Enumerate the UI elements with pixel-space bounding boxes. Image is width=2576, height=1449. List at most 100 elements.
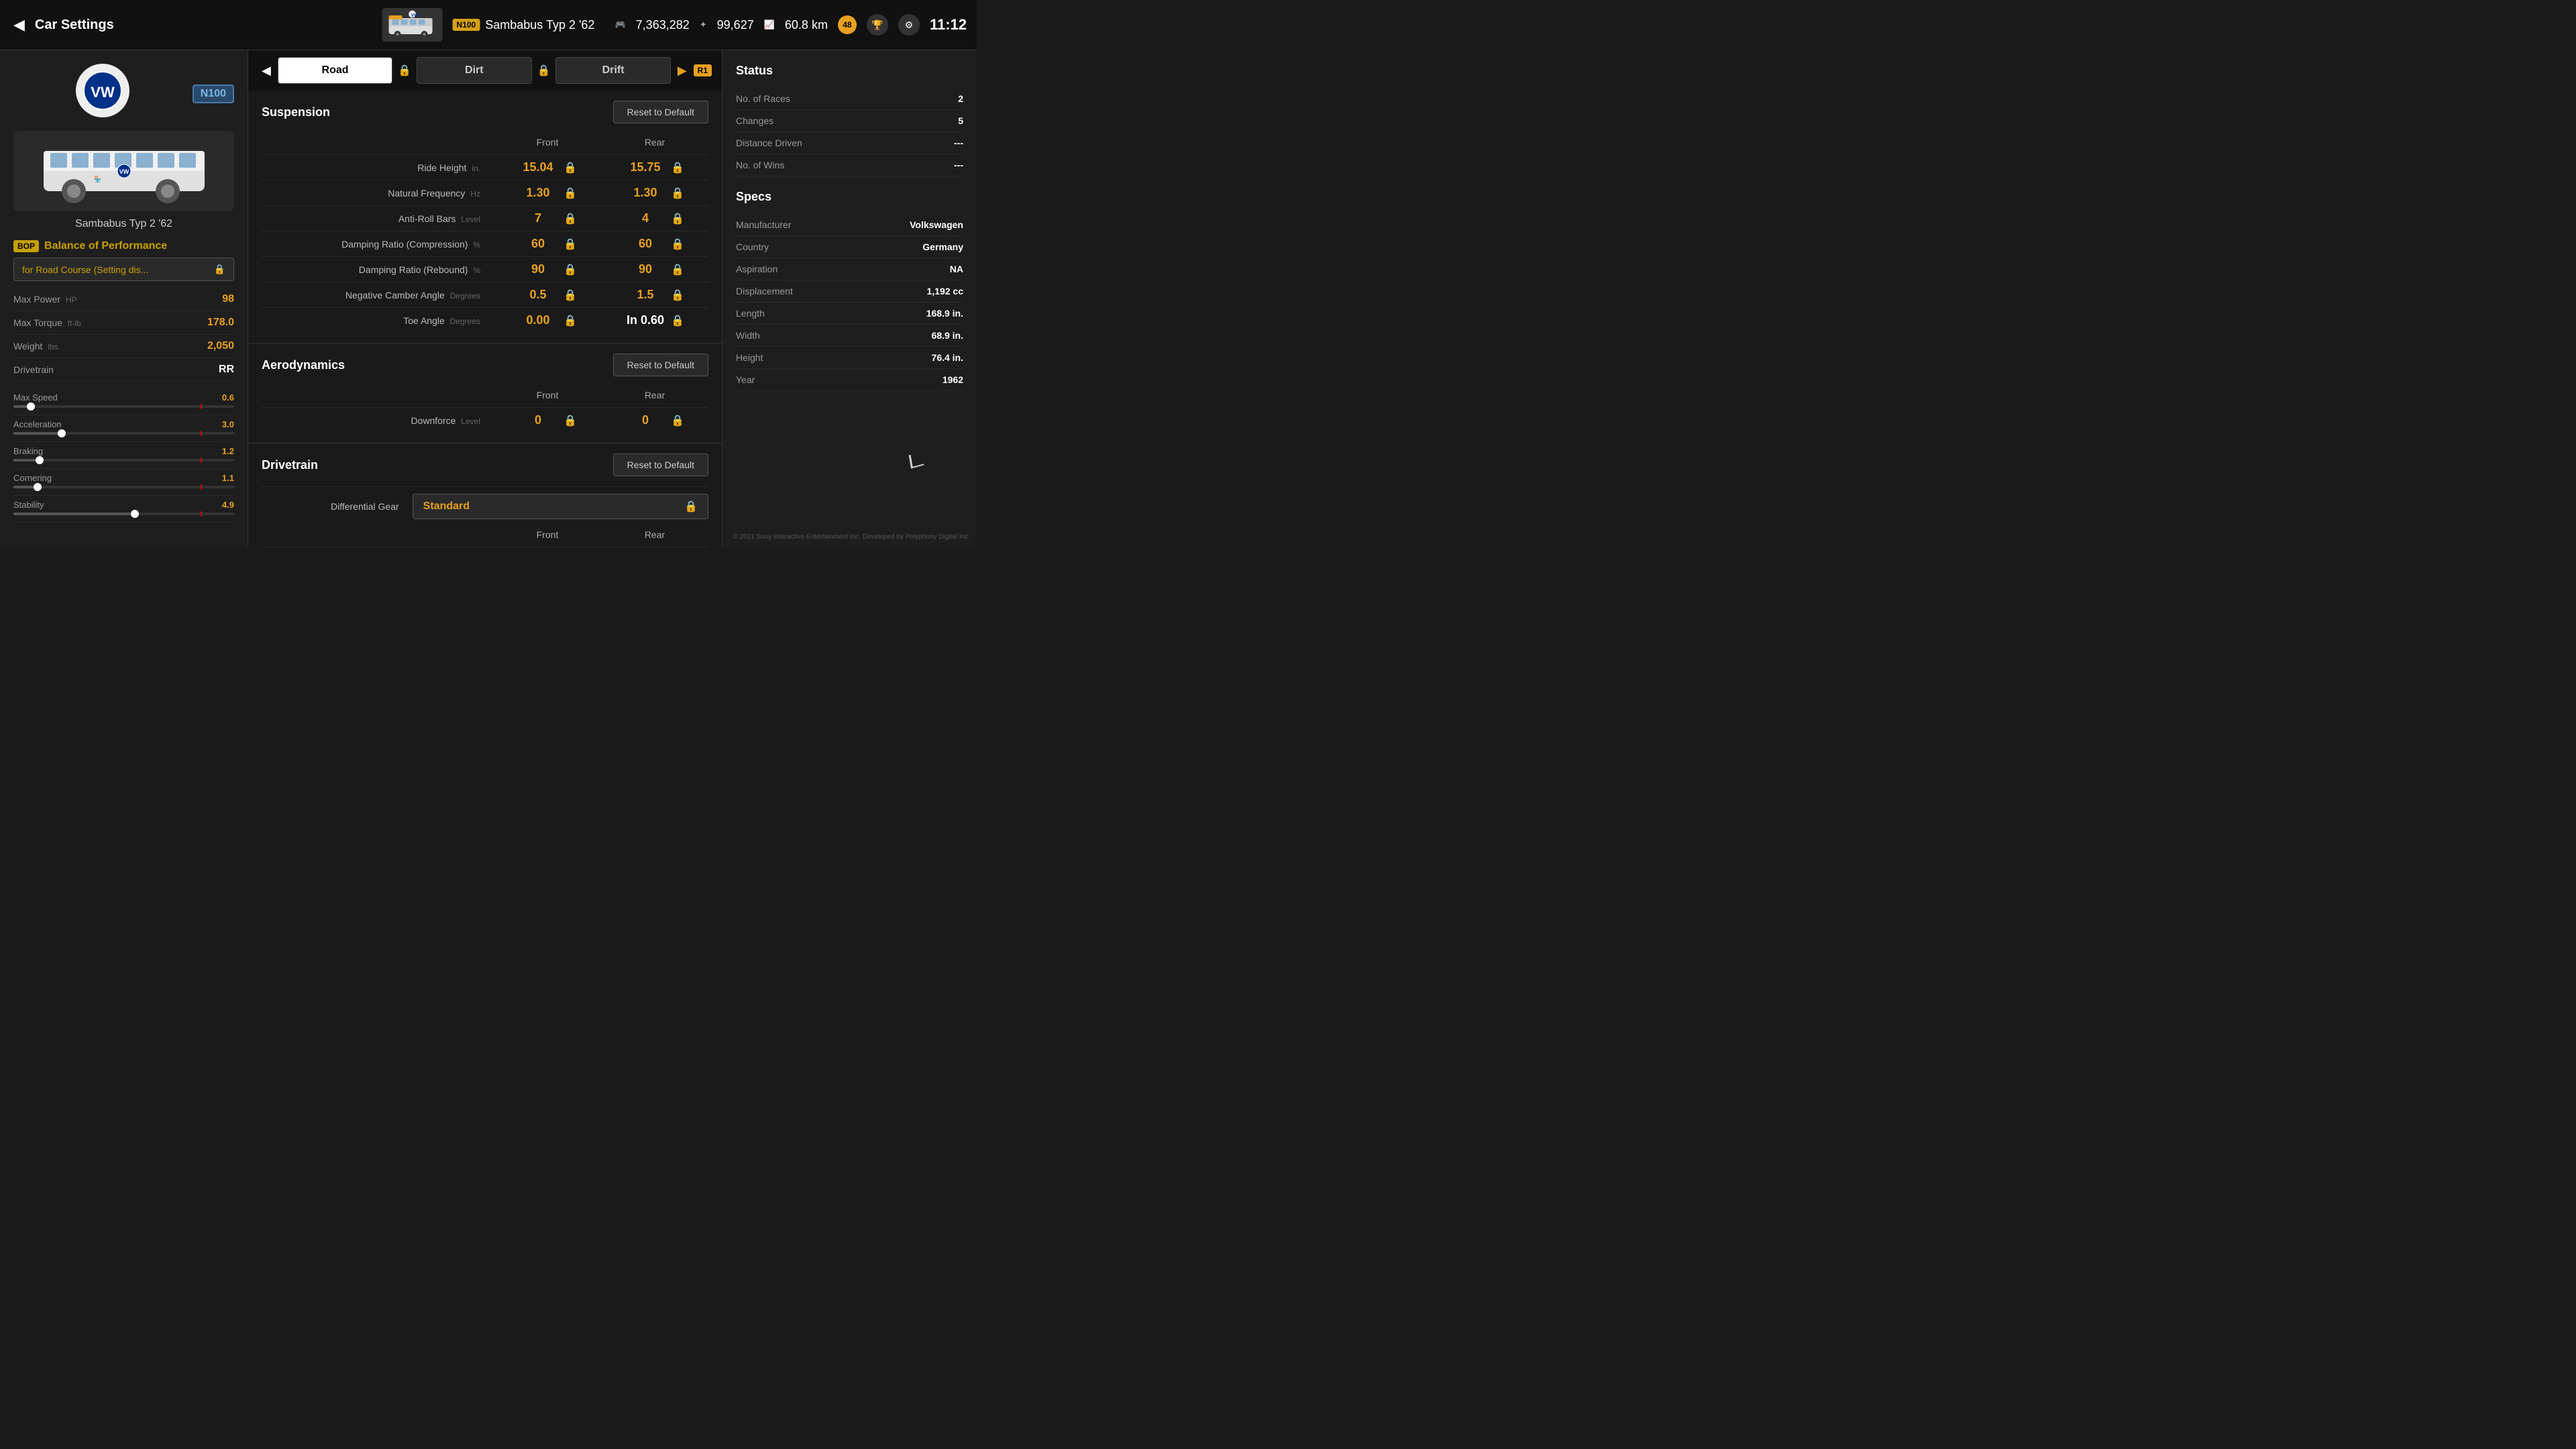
downforce-front-cell: 0 🔒 [494,413,601,427]
damping-rebound-rear-lock[interactable]: 🔒 [671,263,684,276]
downforce-rear-lock[interactable]: 🔒 [671,414,684,427]
height-value: 76.4 in. [932,352,963,363]
tab-drift[interactable]: Drift [555,57,670,84]
tab-dirt[interactable]: Dirt [417,57,531,84]
max-speed-track[interactable] [13,405,234,408]
drivetrain-reset-button[interactable]: Reset to Default [613,453,708,476]
car-thumbnail: VW [382,8,443,42]
acceleration-track[interactable] [13,432,234,435]
car-thumbnail-svg: VW [386,10,439,40]
damping-rebound-front-lock[interactable]: 🔒 [564,263,577,276]
bop-info-text: for Road Course (Setting dis... [22,264,148,275]
height-row: Height 76.4 in. [736,347,963,369]
car-name-header: Sambabus Typ 2 '62 [485,18,594,32]
stability-slider: Stability 4.9 [13,496,234,523]
drivetrain-rear-header: Rear [601,529,708,540]
differential-value-cell[interactable]: Standard 🔒 [413,494,708,519]
damping-compression-rear-cell: 60 🔒 [601,237,708,251]
damping-compression-front-cell: 60 🔒 [494,237,601,251]
stability-track[interactable] [13,513,234,515]
length-value: 168.9 in. [926,308,963,319]
cornering-track[interactable] [13,486,234,488]
stats-section: Max Power HP 98 Max Torque ft-lb 178.0 W… [13,288,234,382]
toe-angle-front-lock[interactable]: 🔒 [564,314,577,327]
num-races-label: No. of Races [736,93,790,104]
tab-next-arrow[interactable]: ▶ [674,60,690,81]
max-power-label: Max Power HP [13,294,77,305]
anti-roll-bars-rear-cell: 4 🔒 [601,211,708,225]
downforce-front-lock[interactable]: 🔒 [564,414,577,427]
trophy-icon[interactable]: 🏆 [867,14,888,36]
ride-height-rear-lock[interactable]: 🔒 [671,161,684,174]
ride-height-front-lock[interactable]: 🔒 [564,161,577,174]
max-speed-value: 0.6 [222,392,234,402]
num-wins-value: --- [954,160,963,170]
year-value: 1962 [943,374,963,385]
car-name-badge: N100 Sambabus Typ 2 '62 [453,18,595,32]
settings-icon[interactable]: ⚙ [898,14,920,36]
level-badge-top: 48 [838,15,857,34]
num-races-row: No. of Races 2 [736,88,963,110]
camber-front-lock[interactable]: 🔒 [564,288,577,302]
camber-row: Negative Camber Angle Degrees 0.5 🔒 1.5 … [262,282,708,307]
distance-driven-value: --- [954,138,963,148]
back-button[interactable]: ◀ [13,16,25,34]
width-row: Width 68.9 in. [736,325,963,347]
natural-frequency-rear-cell: 1.30 🔒 [601,186,708,200]
damping-compression-rear: 60 [625,237,665,251]
aspiration-value: NA [950,264,963,274]
weight-value: 2,050 [207,340,234,352]
camber-label: Negative Camber Angle Degrees [262,290,494,301]
page-title: Car Settings [35,17,114,33]
natural-frequency-front: 1.30 [518,186,558,200]
svg-text:VW: VW [91,84,115,101]
drivetrain-col-headers: Front Rear [262,526,708,543]
anti-roll-bars-rear: 4 [625,211,665,225]
country-label: Country [736,241,769,252]
sliders-section: Max Speed 0.6 Acceleration 3.0 Braking [13,388,234,523]
bop-label: BOP Balance of Performance [13,240,234,252]
damping-rebound-front-cell: 90 🔒 [494,262,601,276]
anti-roll-bars-rear-lock[interactable]: 🔒 [671,212,684,225]
toe-angle-rear-lock[interactable]: 🔒 [671,314,684,327]
braking-track[interactable] [13,459,234,462]
country-row: Country Germany [736,236,963,258]
bop-title: Balance of Performance [44,240,167,252]
camber-rear-cell: 1.5 🔒 [601,288,708,302]
camber-rear-lock[interactable]: 🔒 [671,288,684,302]
tab-prev-arrow[interactable]: ◀ [258,60,274,81]
suspension-reset-button[interactable]: Reset to Default [613,101,708,123]
toe-angle-rear: In 0.60 [625,313,665,327]
aero-col-headers: Front Rear [262,386,708,404]
natural-frequency-front-lock[interactable]: 🔒 [564,186,577,200]
damping-compression-front-lock[interactable]: 🔒 [564,237,577,251]
manufacturer-row: Manufacturer Volkswagen [736,214,963,236]
ride-height-rear: 15.75 [625,160,665,174]
natural-frequency-rear-lock[interactable]: 🔒 [671,186,684,200]
aspiration-label: Aspiration [736,264,777,274]
suspension-header: Suspension Reset to Default [262,101,708,123]
anti-roll-bars-front-lock[interactable]: 🔒 [564,212,577,225]
car-model-name: Sambabus Typ 2 '62 [13,218,234,230]
aero-rear-header: Rear [601,390,708,400]
tab-road[interactable]: Road [278,57,392,84]
max-power-value: 98 [222,293,234,305]
downforce-rear: 0 [625,413,665,427]
damping-compression-rear-lock[interactable]: 🔒 [671,237,684,251]
aerodynamics-reset-button[interactable]: Reset to Default [613,354,708,376]
distance-driven-row: Distance Driven --- [736,132,963,154]
damping-rebound-rear-cell: 90 🔒 [601,262,708,276]
drivetrain-section: Drivetrain Reset to Default Differential… [248,443,722,547]
ride-height-rear-cell: 15.75 🔒 [601,160,708,174]
displacement-label: Displacement [736,286,793,297]
bop-section: BOP Balance of Performance for Road Cour… [13,240,234,281]
natural-frequency-row: Natural Frequency Hz 1.30 🔒 1.30 🔒 [262,180,708,205]
weight-row: Weight lbs. 2,050 [13,335,234,358]
ride-height-label: Ride Height in. [262,162,494,173]
suspension-title: Suspension [262,105,330,119]
distance-driven-label: Distance Driven [736,138,802,148]
year-label: Year [736,374,755,385]
height-label: Height [736,352,763,363]
bop-info-bar[interactable]: for Road Course (Setting dis... 🔒 [13,258,234,281]
n-badge: N100 [453,19,480,31]
